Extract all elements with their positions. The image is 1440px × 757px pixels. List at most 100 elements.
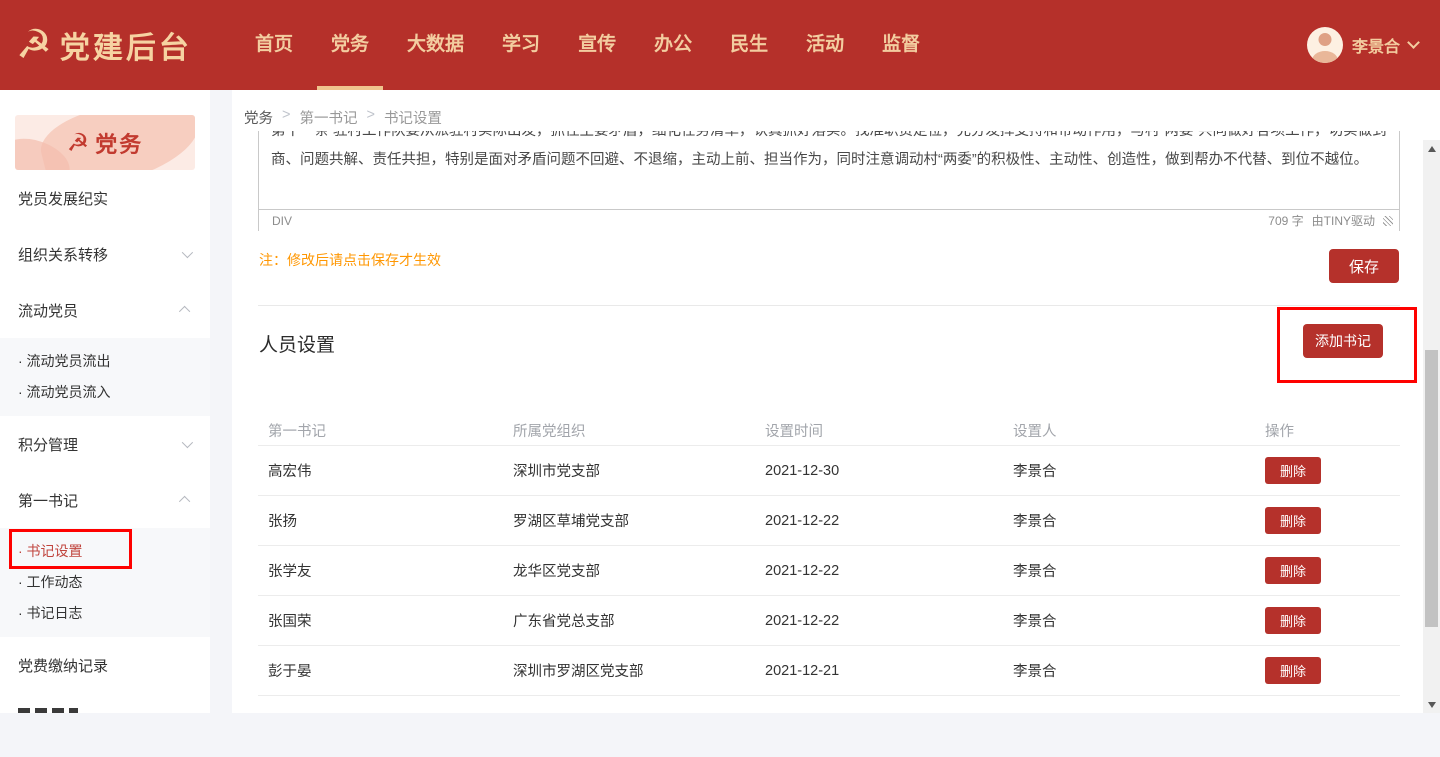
table-row: 高宏伟深圳市党支部2021-12-30李景合删除: [258, 446, 1400, 496]
chevron-down-icon: [182, 437, 193, 448]
save-button[interactable]: 保存: [1329, 249, 1399, 283]
editor-line-clipped: 第十一条 驻村工作队要从派驻村实际出发，抓住主要矛盾，细化任务清单，认真抓好落实…: [271, 131, 1387, 146]
cell-setter: 李景合: [1003, 660, 1255, 681]
sidebar-item[interactable]: 第一书记: [0, 472, 210, 528]
cell-party-org: 深圳市党支部: [503, 460, 755, 481]
add-secretary-button[interactable]: 添加书记: [1303, 324, 1383, 358]
breadcrumb-item[interactable]: 书记设置: [384, 107, 442, 128]
table-body: 高宏伟深圳市党支部2021-12-30李景合删除张扬罗湖区草埔党支部2021-1…: [258, 446, 1400, 696]
sidebar-subitem[interactable]: · 书记日志: [0, 598, 210, 629]
cell-actions: 删除: [1255, 507, 1400, 534]
sidebar-banner: ☭ 党务: [15, 115, 195, 170]
breadcrumb-item[interactable]: 党务: [244, 107, 273, 128]
top-nav-item[interactable]: 办公: [638, 0, 708, 90]
breadcrumb-separator: >: [282, 107, 290, 128]
top-nav-item[interactable]: 宣传: [562, 0, 632, 90]
cell-secretary-name: 张扬: [258, 510, 503, 531]
sidebar-item-label: 积分管理: [18, 434, 78, 455]
cell-setter: 李景合: [1003, 460, 1255, 481]
sidebar-item-label: 第一书记: [18, 490, 78, 511]
scrollbar-up-arrow[interactable]: [1423, 140, 1440, 157]
cell-party-org: 龙华区党支部: [503, 560, 755, 581]
section-title: 人员设置: [259, 330, 335, 357]
top-nav: 首页党务大数据学习宣传办公民生活动监督: [236, 0, 939, 90]
sidebar-subitem[interactable]: · 书记设置: [0, 536, 210, 567]
user-menu[interactable]: 李景合: [1307, 0, 1418, 90]
sidebar-item[interactable]: 流动党员: [0, 282, 210, 338]
table-row: 张扬罗湖区草埔党支部2021-12-22李景合删除: [258, 496, 1400, 546]
sidebar-banner-title: 党务: [95, 127, 143, 159]
top-nav-item[interactable]: 学习: [486, 0, 556, 90]
cell-set-date: 2021-12-21: [755, 663, 1003, 679]
table-column-header: 第一书记: [258, 420, 503, 441]
cell-party-org: 广东省党总支部: [503, 610, 755, 631]
delete-button[interactable]: 删除: [1265, 657, 1321, 684]
delete-button[interactable]: 删除: [1265, 507, 1321, 534]
table-header-row: 第一书记所属党组织设置时间设置人操作: [258, 415, 1400, 446]
rich-text-editor[interactable]: 第十一条 驻村工作队要从派驻村实际出发，抓住主要矛盾，细化任务清单，认真抓好落实…: [258, 131, 1400, 231]
scrollbar-thumb[interactable]: [1425, 350, 1438, 627]
cell-actions: 删除: [1255, 657, 1400, 684]
top-header: ☭ 党建后台 首页党务大数据学习宣传办公民生活动监督 李景合: [0, 0, 1440, 90]
top-nav-item[interactable]: 活动: [790, 0, 860, 90]
top-nav-item[interactable]: 民生: [714, 0, 784, 90]
cell-actions: 删除: [1255, 457, 1400, 484]
delete-button[interactable]: 删除: [1265, 557, 1321, 584]
top-nav-item[interactable]: 首页: [239, 0, 309, 90]
sidebar-item[interactable]: 党费缴纳记录: [0, 637, 210, 693]
sidebar-item-label: 组织关系转移: [18, 244, 108, 265]
scrollbar-down-arrow[interactable]: [1423, 696, 1440, 713]
editor-status-bar: DIV 709 字 由TINY驱动: [259, 209, 1399, 231]
sidebar: ☭ 党务 党员发展纪实组织关系转移流动党员· 流动党员流出· 流动党员流入积分管…: [0, 90, 210, 713]
cell-actions: 删除: [1255, 607, 1400, 634]
chevron-down-icon: [182, 247, 193, 258]
section-divider: [258, 305, 1400, 306]
table-column-header: 操作: [1255, 420, 1400, 441]
cell-set-date: 2021-12-22: [755, 613, 1003, 629]
sidebar-subitem[interactable]: · 流动党员流入: [0, 377, 210, 408]
sidebar-menu: 党员发展纪实组织关系转移流动党员· 流动党员流出· 流动党员流入积分管理第一书记…: [0, 170, 210, 693]
app-title: 党建后台: [60, 23, 192, 67]
breadcrumb: 党务 > 第一书记 > 书记设置: [244, 107, 442, 128]
cell-secretary-name: 高宏伟: [258, 460, 503, 481]
party-emblem-icon: ☭: [16, 25, 52, 65]
sidebar-submenu: · 流动党员流出· 流动党员流入: [0, 338, 210, 416]
cell-secretary-name: 张国荣: [258, 610, 503, 631]
table-row: 张学友龙华区党支部2021-12-22李景合删除: [258, 546, 1400, 596]
table-row: 张国荣广东省党总支部2021-12-22李景合删除: [258, 596, 1400, 646]
cell-party-org: 深圳市罗湖区党支部: [503, 660, 755, 681]
cell-set-date: 2021-12-30: [755, 463, 1003, 479]
editor-line: 商、问题共解、责任共担，特别是面对矛盾问题不回避、不退缩，主动上前、担当作为，同…: [271, 146, 1387, 175]
delete-button[interactable]: 删除: [1265, 607, 1321, 634]
sidebar-item-label: 党员发展纪实: [18, 188, 108, 209]
sidebar-item-label: 党费缴纳记录: [18, 655, 108, 676]
page: ☭ 党建后台 首页党务大数据学习宣传办公民生活动监督 李景合 ☭ 党务 党员发展…: [0, 0, 1440, 757]
breadcrumb-separator: >: [366, 107, 374, 128]
sidebar-item[interactable]: 组织关系转移: [0, 226, 210, 282]
sidebar-item[interactable]: 积分管理: [0, 416, 210, 472]
cell-actions: 删除: [1255, 557, 1400, 584]
table-column-header: 所属党组织: [503, 420, 755, 441]
top-nav-item[interactable]: 监督: [866, 0, 936, 90]
sidebar-subitem[interactable]: · 流动党员流出: [0, 346, 210, 377]
top-nav-item[interactable]: 党务: [315, 0, 385, 90]
delete-button[interactable]: 删除: [1265, 457, 1321, 484]
app-logo[interactable]: ☭ 党建后台: [16, 0, 192, 90]
chevron-up-icon: [179, 306, 190, 317]
page-scrollbar[interactable]: [1423, 140, 1440, 713]
user-name: 李景合: [1352, 33, 1400, 57]
editor-word-count: 709 字: [1268, 212, 1303, 229]
sidebar-item[interactable]: 党员发展纪实: [0, 170, 210, 226]
top-nav-item[interactable]: 大数据: [391, 0, 480, 90]
cell-setter: 李景合: [1003, 560, 1255, 581]
cell-setter: 李景合: [1003, 610, 1255, 631]
table-column-header: 设置人: [1003, 420, 1255, 441]
editor-element-path: DIV: [272, 214, 292, 228]
sidebar-subitem[interactable]: · 工作动态: [0, 567, 210, 598]
resize-grip-icon[interactable]: [1383, 216, 1393, 226]
table-row: 彭于晏深圳市罗湖区党支部2021-12-21李景合删除: [258, 646, 1400, 696]
editor-content[interactable]: 第十一条 驻村工作队要从派驻村实际出发，抓住主要矛盾，细化任务清单，认真抓好落实…: [259, 131, 1399, 209]
chevron-up-icon: [179, 496, 190, 507]
table-column-header: 设置时间: [755, 420, 1003, 441]
breadcrumb-item[interactable]: 第一书记: [299, 107, 357, 128]
